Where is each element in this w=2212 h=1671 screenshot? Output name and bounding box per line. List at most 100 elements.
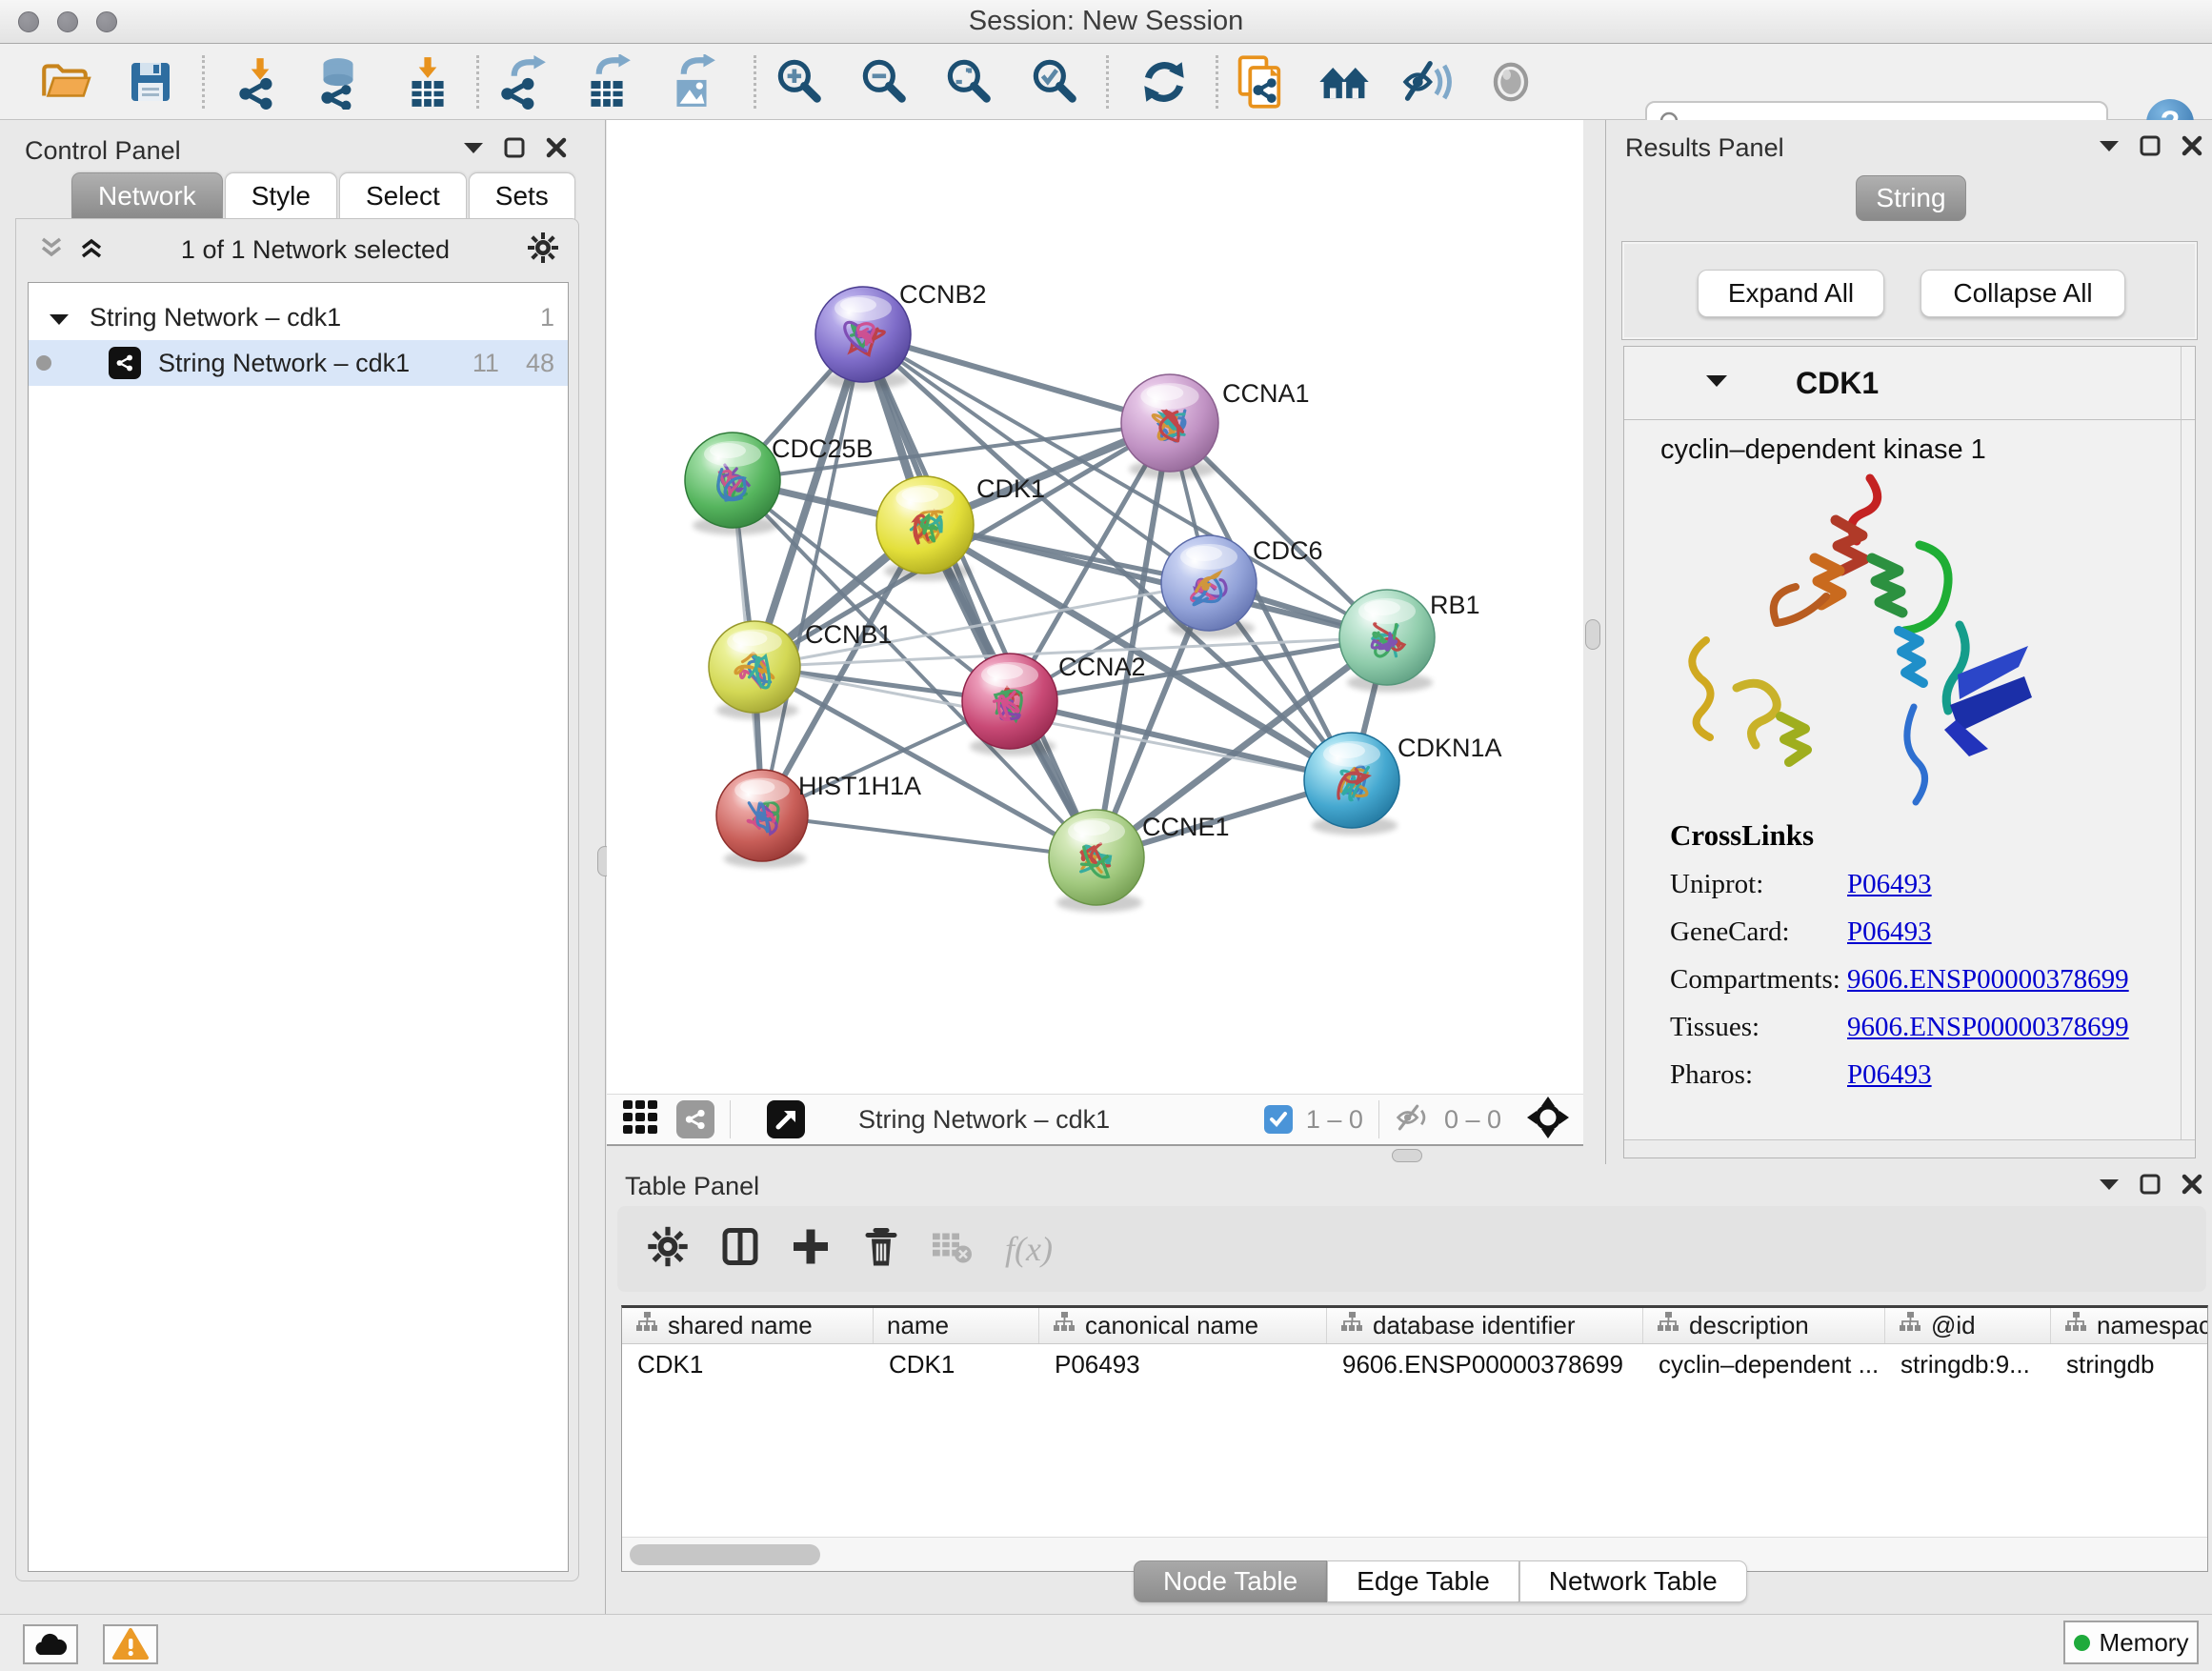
results-vertical-scrollbar[interactable] [2181,347,2182,1158]
tab-edge-table[interactable]: Edge Table [1327,1560,1519,1602]
export-table-button[interactable] [575,50,638,113]
zoom-selected-button[interactable] [1022,50,1085,113]
panel-close-icon[interactable] [546,137,567,158]
network-node-ccne1[interactable] [1049,810,1144,913]
table-cell[interactable]: cyclin–dependent ... [1643,1344,1885,1384]
network-node-ccnb1[interactable] [709,621,800,719]
table-cell[interactable]: stringdb [2051,1344,2208,1384]
delete-column-trash-icon[interactable] [860,1225,902,1274]
open-session-button[interactable] [33,50,96,113]
table-cell[interactable]: CDK1 [874,1344,1039,1384]
tab-network[interactable]: Network [71,172,223,219]
import-database-icon [311,54,366,110]
warnings-button[interactable] [103,1624,158,1664]
crosslink-compartments[interactable]: 9606.ENSP00000378699 [1847,964,2129,996]
crosslink-pharos[interactable]: P06493 [1847,1059,1932,1091]
export-network-button[interactable] [491,50,553,113]
open-in-window-icon[interactable] [767,1100,805,1138]
network-node-cdkn1a[interactable] [1304,733,1399,836]
add-column-plus-icon[interactable] [790,1226,832,1273]
export-image-button[interactable] [660,50,723,113]
string-stitch-button[interactable] [1229,50,1292,113]
column-header-shared-name[interactable]: shared name [622,1308,874,1343]
results-close-icon[interactable] [2182,135,2202,156]
expand-all-networks-icon[interactable] [79,235,104,265]
network-edge[interactable] [762,815,1096,857]
column-header-description[interactable]: description [1643,1308,1885,1343]
status-bar: Memory [0,1614,2212,1671]
results-horizontal-scrollbar[interactable] [1624,1139,2195,1158]
glass-ball-button[interactable] [1479,50,1542,113]
tab-network-table[interactable]: Network Table [1519,1560,1747,1602]
collapse-all-networks-icon[interactable] [39,235,64,265]
table-collapse-icon[interactable] [2100,1178,2119,1191]
table-cell[interactable]: 9606.ENSP00000378699 [1327,1344,1643,1384]
import-network-database-button[interactable] [307,50,370,113]
network-row[interactable]: String Network – cdk1 11 48 [29,340,568,386]
bottom-splitter-handle[interactable] [1392,1149,1422,1162]
tab-sets[interactable]: Sets [469,172,575,219]
column-header-canonical-name[interactable]: canonical name [1039,1308,1327,1343]
memory-button[interactable]: Memory [2063,1621,2199,1664]
expand-all-button[interactable]: Expand All [1698,270,1884,317]
save-session-button[interactable] [119,50,182,113]
toolbar-separator [202,55,205,109]
network-node-cdk1[interactable] [876,476,974,581]
tab-select[interactable]: Select [339,172,467,219]
zoom-fit-button[interactable] [936,50,999,113]
fit-selected-crosshair-icon[interactable] [1526,1096,1570,1144]
import-network-file-button[interactable] [227,50,290,113]
crosslink-uniprot[interactable]: P06493 [1847,869,1932,900]
network-options-gear-icon[interactable] [527,232,559,269]
panel-collapse-icon[interactable] [464,141,483,154]
table-close-icon[interactable] [2182,1174,2202,1195]
table-cell[interactable]: CDK1 [622,1344,874,1384]
selected-checkbox-icon[interactable] [1264,1105,1293,1134]
birds-eye-grid-icon[interactable] [621,1098,659,1141]
column-header-namespace[interactable]: namespace [2051,1308,2208,1343]
show-columns-icon[interactable] [718,1225,762,1274]
column-header-name[interactable]: name [874,1308,1039,1343]
shared-column-icon [635,1311,658,1340]
panel-float-icon[interactable] [504,137,525,158]
network-share-gray-icon[interactable] [676,1100,714,1138]
collapse-all-button[interactable]: Collapse All [1920,270,2125,317]
column-header-database-identifier[interactable]: database identifier [1327,1308,1643,1343]
network-node-ccna1[interactable] [1121,374,1218,479]
network-node-rb1[interactable] [1339,590,1435,693]
network-edge[interactable] [762,334,863,815]
zoom-out-button[interactable] [852,50,915,113]
network-node-ccna2[interactable] [962,654,1057,756]
network-node-hist1h1a[interactable] [716,770,808,868]
string-home-button[interactable] [1313,50,1376,113]
import-table-file-button[interactable] [396,50,459,113]
zoom-fit-icon [940,54,995,110]
hidden-eye-slash-icon[interactable] [1395,1101,1433,1138]
column-header-label: database identifier [1373,1311,1575,1340]
gene-collapse-triangle-icon[interactable] [1706,373,1727,393]
results-float-icon[interactable] [2140,135,2161,156]
network-collection-row[interactable]: String Network – cdk1 1 [29,294,568,340]
column-header--id[interactable]: @id [1885,1308,2051,1343]
table-row[interactable]: CDK1CDK1P064939606.ENSP00000378699cyclin… [622,1344,2207,1384]
current-network-title: String Network – cdk1 [858,1105,1110,1135]
crosslink-genecard[interactable]: P06493 [1847,916,1932,948]
crosslink-tissues[interactable]: 9606.ENSP00000378699 [1847,1012,2129,1043]
table-options-gear-icon[interactable] [647,1226,689,1273]
network-node-cdc25b[interactable] [685,433,780,535]
table-cell[interactable]: P06493 [1039,1344,1327,1384]
table-float-icon[interactable] [2140,1174,2161,1195]
tab-string[interactable]: String [1856,175,1966,221]
network-view-canvas[interactable]: CCNB2CCNA1CDC25BCDK1CDC6RB1CCNB1CCNA2CDK… [607,120,1583,1094]
zoom-in-button[interactable] [767,50,830,113]
hide-images-button[interactable] [1397,50,1459,113]
scrollbar-thumb[interactable] [630,1544,820,1565]
refresh-button[interactable] [1133,50,1196,113]
results-collapse-icon[interactable] [2100,139,2119,152]
collection-expand-triangle-icon[interactable] [50,303,69,332]
tab-node-table[interactable]: Node Table [1134,1560,1327,1602]
cloud-button[interactable] [23,1624,78,1664]
table-cell[interactable]: stringdb:9... [1885,1344,2051,1384]
tab-style[interactable]: Style [225,172,337,219]
right-splitter-handle[interactable] [1585,619,1600,650]
